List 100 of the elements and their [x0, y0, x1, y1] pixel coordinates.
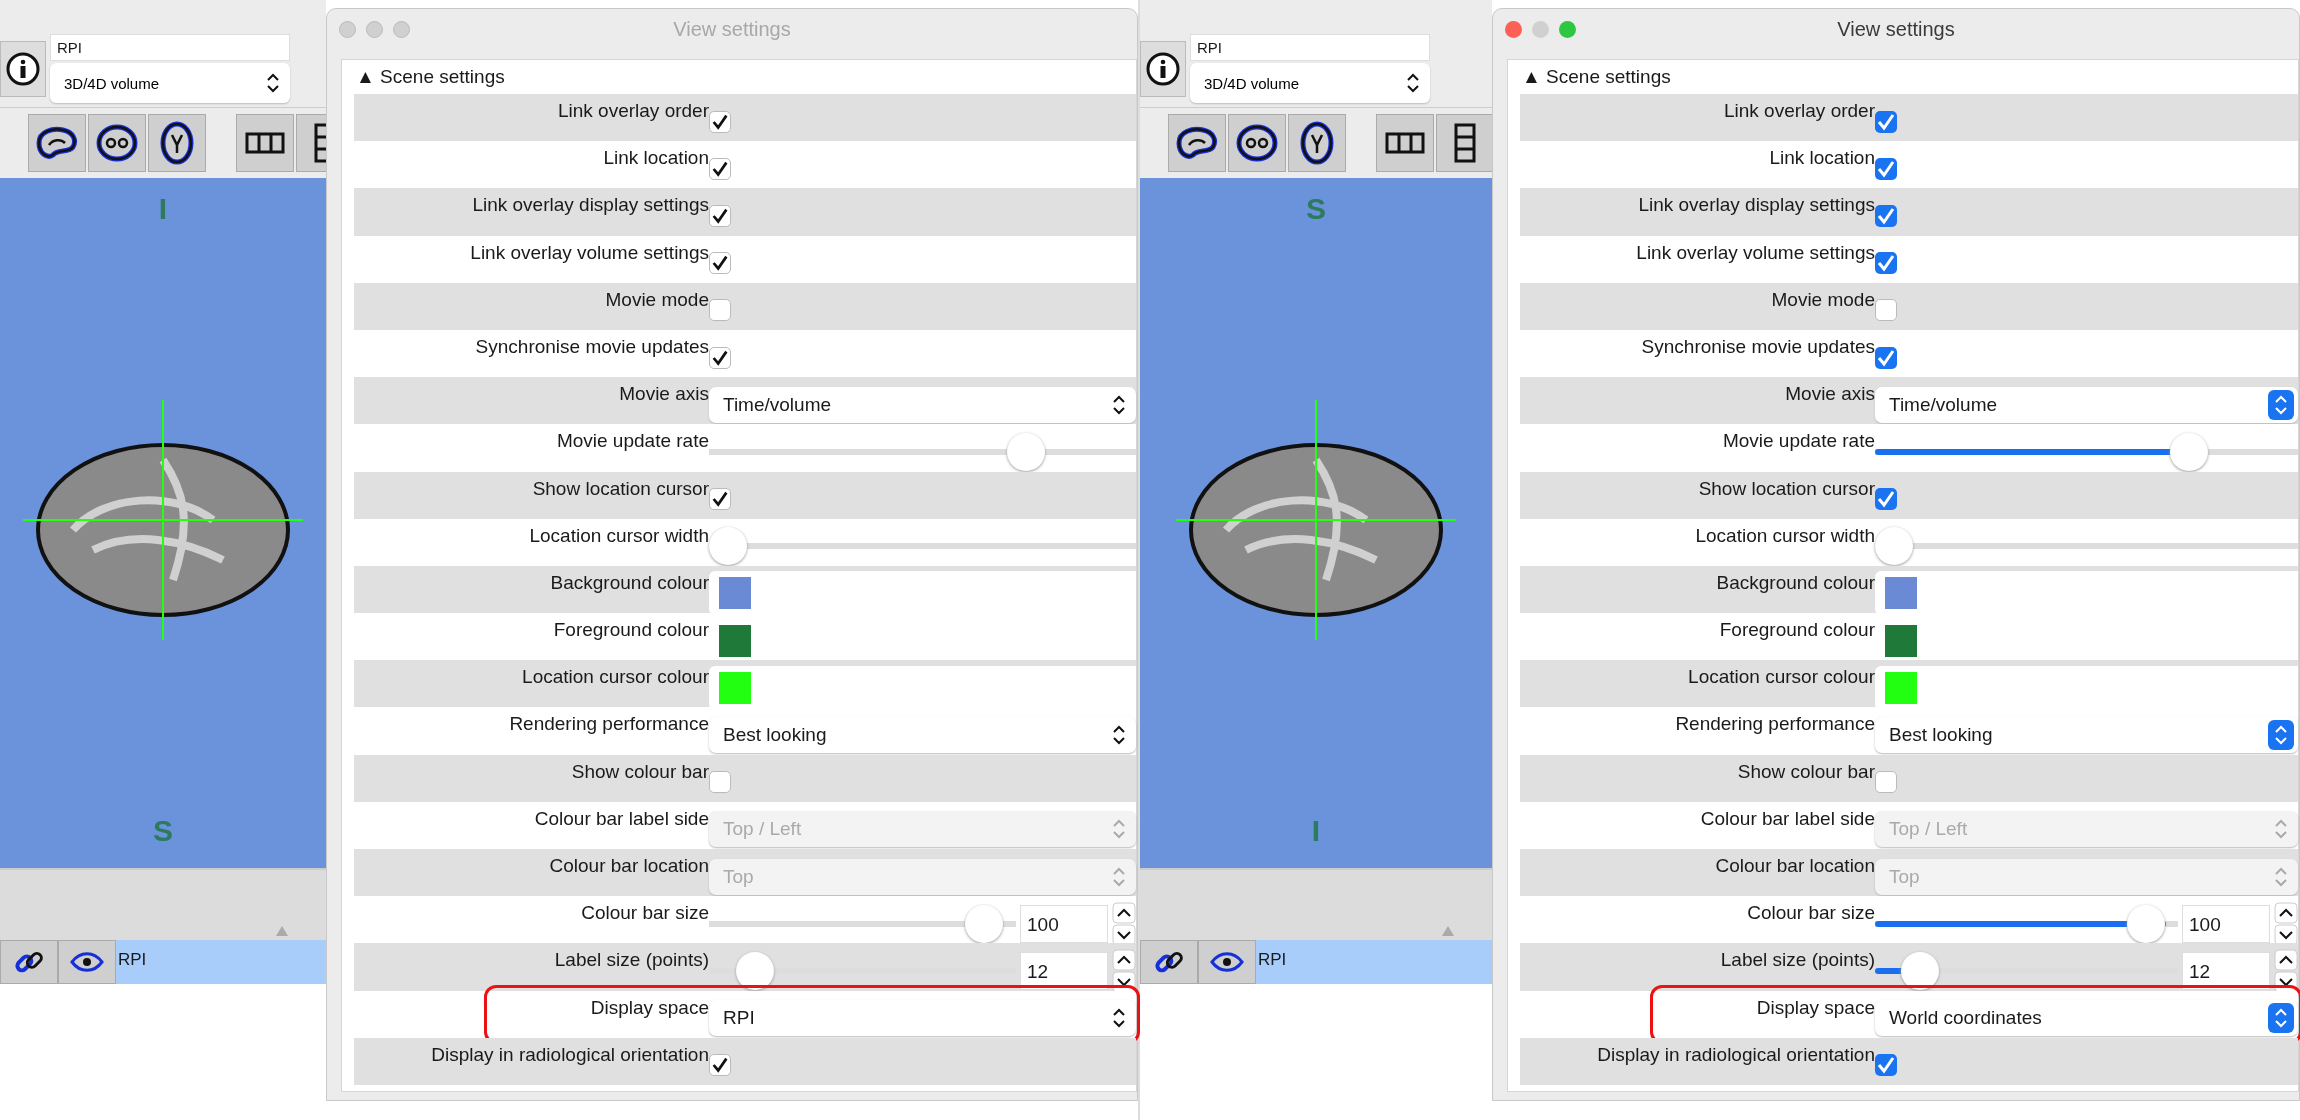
- chevron-updown-icon: [266, 72, 280, 94]
- checkbox[interactable]: [1875, 157, 1897, 180]
- visibility-button[interactable]: [1198, 940, 1256, 984]
- checkbox[interactable]: [709, 299, 731, 322]
- axial-view-button[interactable]: [148, 114, 206, 172]
- info-icon: [1146, 51, 1180, 86]
- dropdown[interactable]: Best looking: [1875, 717, 2298, 754]
- checkbox[interactable]: [709, 157, 731, 180]
- section-header[interactable]: ▲ Scene settings: [354, 66, 1136, 94]
- stepper[interactable]: [2274, 901, 2298, 946]
- setting-label: Display in radiological orientation: [430, 1042, 709, 1067]
- overlay-name-field[interactable]: RPI: [50, 34, 290, 61]
- close-button[interactable]: [1505, 21, 1522, 38]
- link-button[interactable]: [1140, 940, 1198, 984]
- orientation-label: I: [1311, 814, 1321, 848]
- setting-label: Show location cursor: [531, 476, 709, 501]
- setting-label: Movie mode: [604, 287, 709, 312]
- checkbox[interactable]: [709, 204, 731, 227]
- horizontal-layout-button[interactable]: [1376, 114, 1434, 172]
- colour-button[interactable]: [709, 571, 1136, 616]
- chevron-updown-icon: [2268, 1003, 2294, 1034]
- checkbox[interactable]: [1875, 204, 1897, 227]
- setting-label: Location cursor width: [1694, 523, 1875, 548]
- overlay-name-field[interactable]: RPI: [1190, 34, 1430, 61]
- window-title: View settings: [1837, 17, 1955, 41]
- stepper[interactable]: [1112, 901, 1136, 946]
- checkbox[interactable]: [709, 1054, 731, 1077]
- setting-label: Display space: [1755, 995, 1875, 1020]
- overlay-list-item[interactable]: RPI: [116, 940, 326, 984]
- brain-side-icon: [1175, 125, 1219, 161]
- setting-label: Movie mode: [1770, 287, 1875, 312]
- setting-label: Synchronise movie updates: [1640, 334, 1875, 359]
- overlay-type-dropdown[interactable]: 3D/4D volume: [50, 63, 290, 103]
- checkbox[interactable]: [709, 252, 731, 275]
- slider-thumb[interactable]: [1875, 527, 1913, 566]
- setting-label: Link overlay display settings: [471, 193, 709, 218]
- section-header[interactable]: ▲ Scene settings: [1520, 66, 2298, 94]
- checkbox[interactable]: [1875, 1054, 1897, 1077]
- overlay-type-dropdown[interactable]: 3D/4D volume: [1190, 63, 1430, 103]
- horizontal-layout-button[interactable]: [236, 114, 294, 172]
- chevron-updown-icon: [2268, 720, 2294, 751]
- setting-label: Movie update rate: [1721, 429, 1875, 454]
- setting-label: Label size (points): [553, 948, 709, 973]
- checkbox[interactable]: [709, 110, 731, 133]
- slider-thumb[interactable]: [2127, 904, 2166, 943]
- slider-thumb[interactable]: [2169, 432, 2208, 471]
- slider-track[interactable]: [1875, 526, 2298, 567]
- setting-label: Background colour: [1715, 570, 1875, 595]
- checkbox[interactable]: [1875, 488, 1897, 511]
- number-field[interactable]: 100: [1020, 904, 1108, 943]
- dropdown[interactable]: World coordinates: [1875, 1000, 2298, 1037]
- stepper[interactable]: [1112, 948, 1136, 993]
- setting-label: Rendering performance: [508, 712, 709, 737]
- sagittal-view-button[interactable]: [1168, 114, 1226, 172]
- checkbox[interactable]: [1875, 252, 1897, 275]
- overlay-list-item[interactable]: RPI: [1256, 940, 1492, 984]
- setting-label: Link overlay order: [1722, 99, 1875, 123]
- slider-thumb[interactable]: [1007, 432, 1045, 471]
- checkbox[interactable]: [1875, 299, 1897, 322]
- three-rows-icon: [1454, 123, 1476, 163]
- vertical-layout-button[interactable]: [1436, 114, 1492, 172]
- dropdown[interactable]: RPI: [709, 1000, 1136, 1037]
- setting-label: Colour bar size: [580, 901, 709, 926]
- info-button[interactable]: [1140, 40, 1186, 97]
- coronal-view-button[interactable]: [88, 114, 146, 172]
- setting-label: Synchronise movie updates: [474, 334, 709, 359]
- number-field[interactable]: 100: [2182, 904, 2270, 943]
- setting-label: Colour bar label side: [1699, 806, 1875, 831]
- dropdown[interactable]: Best looking: [709, 717, 1136, 754]
- info-button[interactable]: [0, 40, 46, 97]
- axial-view-button[interactable]: [1288, 114, 1346, 172]
- checkbox[interactable]: [1875, 771, 1897, 794]
- dropdown[interactable]: Time/volume: [709, 386, 1136, 423]
- brain-front-icon: [1235, 123, 1279, 163]
- setting-label: Show location cursor: [1697, 476, 1875, 501]
- three-columns-icon: [1385, 132, 1425, 154]
- slider-track[interactable]: [709, 526, 1136, 567]
- sagittal-view-button[interactable]: [28, 114, 86, 172]
- checkbox[interactable]: [709, 346, 731, 369]
- setting-label: Location cursor colour: [1687, 665, 1875, 690]
- setting-label: Foreground colour: [552, 618, 709, 643]
- slider-thumb[interactable]: [709, 527, 747, 566]
- setting-label: Location cursor width: [528, 523, 709, 548]
- eye-icon: [70, 951, 104, 973]
- checkbox[interactable]: [1875, 346, 1897, 369]
- visibility-button[interactable]: [58, 940, 116, 984]
- colour-button[interactable]: [1875, 571, 2298, 616]
- slider-thumb[interactable]: [965, 904, 1004, 943]
- info-icon: [6, 51, 40, 86]
- checkbox[interactable]: [709, 771, 731, 794]
- checkbox[interactable]: [1875, 110, 1897, 133]
- sort-triangle-icon: [276, 926, 288, 936]
- link-button[interactable]: [0, 940, 58, 984]
- setting-label: Movie update rate: [555, 429, 709, 454]
- checkbox[interactable]: [709, 488, 731, 511]
- stepper[interactable]: [2274, 948, 2298, 993]
- setting-label: Colour bar label side: [533, 806, 709, 831]
- coronal-view-button[interactable]: [1228, 114, 1286, 172]
- dropdown[interactable]: Time/volume: [1875, 386, 2298, 423]
- orientation-label: I: [158, 192, 168, 226]
